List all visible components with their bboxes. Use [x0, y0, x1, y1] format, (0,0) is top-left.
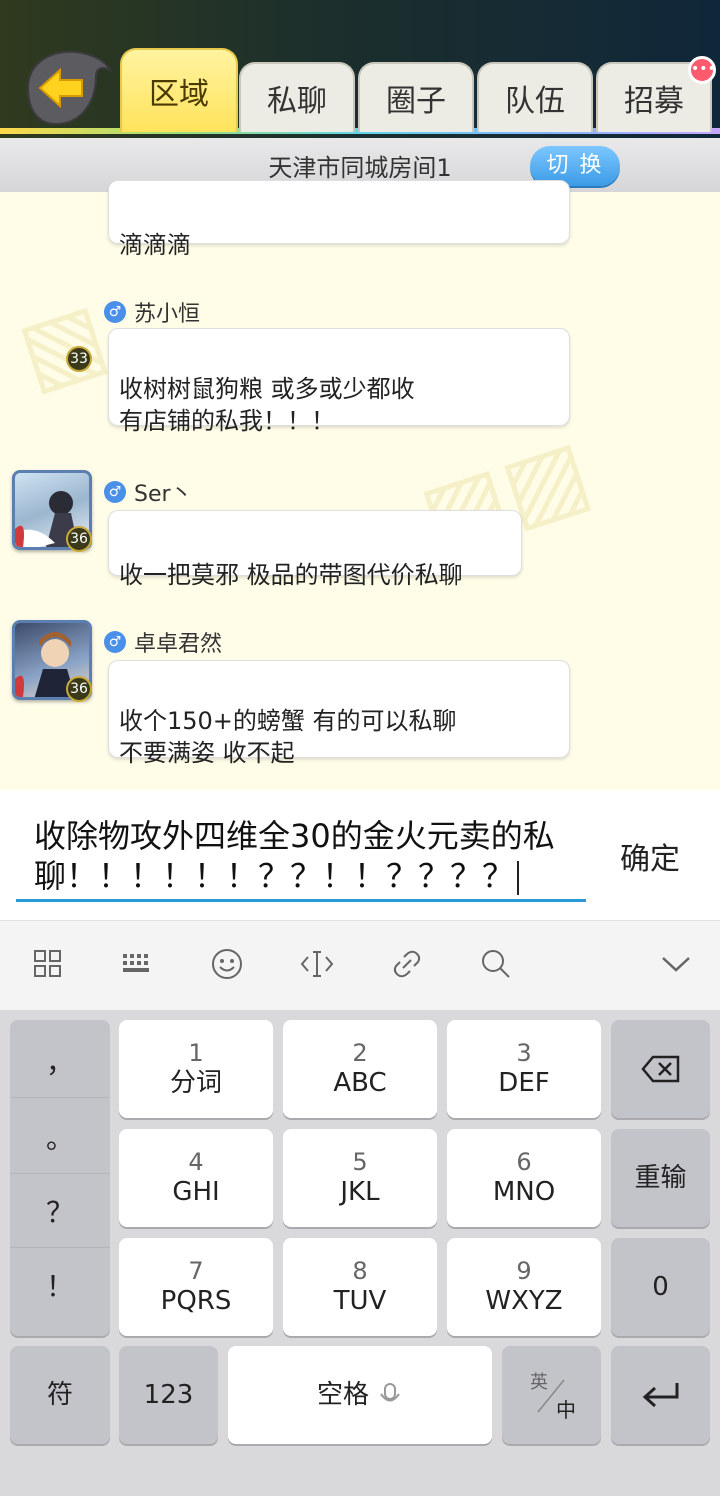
back-button[interactable]: [18, 48, 113, 128]
key-label: MNO: [492, 1177, 556, 1207]
message-sender[interactable]: ♂ Ser丶: [104, 476, 193, 508]
sender-name: Ser丶: [134, 482, 193, 507]
tab-recruit[interactable]: 招募 •••: [596, 56, 716, 132]
message-sender[interactable]: ♂ 苏小恒: [104, 296, 200, 328]
microphone-icon: [380, 1383, 400, 1402]
key-3[interactable]: 3 DEF: [447, 1020, 601, 1118]
symbols-key[interactable]: 符: [10, 1346, 110, 1444]
message-text: 收一把莫邪 极品的带图代价私聊: [119, 561, 463, 589]
key-label: DEF: [498, 1068, 550, 1098]
tab-label: 圈子: [386, 84, 446, 119]
key-label: GHI: [172, 1177, 220, 1207]
key-label: 空格: [316, 1380, 369, 1410]
space-key[interactable]: 空格: [228, 1346, 492, 1444]
key-9[interactable]: 9 WXYZ: [447, 1238, 601, 1336]
tab-private-chat[interactable]: 私聊: [239, 62, 355, 132]
chat-bubble: 收树树鼠狗粮 或多或少都收 有店铺的私我！！！: [108, 328, 570, 435]
message-sender[interactable]: ♂ 卓卓君然: [104, 626, 222, 658]
chat-bubble: 滴滴滴: [108, 180, 570, 259]
sender-name: 苏小恒: [134, 302, 201, 327]
cursor-icon[interactable]: [297, 944, 337, 984]
punct-key-comma[interactable]: ，: [10, 1024, 110, 1098]
key-2[interactable]: 2 ABC: [283, 1020, 437, 1118]
grid-icon[interactable]: [28, 944, 68, 984]
input-underline: [16, 899, 586, 902]
backspace-key[interactable]: [611, 1020, 710, 1118]
message-text: 滴滴滴: [119, 231, 191, 259]
key-8[interactable]: 8 TUV: [283, 1238, 437, 1336]
level-badge: 36: [66, 526, 92, 552]
keyboard-icon[interactable]: [117, 944, 157, 984]
punct-key-question[interactable]: ？: [10, 1174, 110, 1248]
key-number: 4: [188, 1148, 204, 1176]
backspace-icon: [640, 1055, 679, 1083]
tab-team[interactable]: 队伍: [477, 62, 593, 132]
keyboard-toolbar: [0, 920, 720, 1010]
key-label: PQRS: [160, 1286, 232, 1316]
tab-label: 队伍: [505, 84, 565, 119]
key-number: 8: [352, 1257, 368, 1285]
key-7[interactable]: 7 PQRS: [119, 1238, 273, 1336]
tab-label: 区域: [149, 77, 209, 112]
key-number: 2: [352, 1039, 368, 1067]
lang-bottom-label: 中: [556, 1398, 576, 1422]
tab-label: 招募: [624, 84, 684, 119]
key-number: 7: [188, 1257, 204, 1285]
key-label: 符: [46, 1380, 73, 1410]
enter-icon: [642, 1383, 678, 1408]
key-4[interactable]: 4 GHI: [119, 1129, 273, 1227]
level-badge: 33: [66, 346, 92, 372]
key-number: 6: [516, 1148, 532, 1176]
chat-bubble: 收一把莫邪 极品的带图代价私聊: [108, 510, 522, 589]
punct-key-exclaim[interactable]: ！: [10, 1248, 110, 1322]
key-label: 0: [652, 1272, 669, 1302]
male-icon: ♂: [104, 301, 126, 323]
key-6[interactable]: 6 MNO: [447, 1129, 601, 1227]
confirm-button[interactable]: 确定: [610, 834, 690, 878]
tab-region[interactable]: 区域: [120, 48, 238, 132]
key-number: 1: [188, 1039, 204, 1067]
language-switch-key[interactable]: 英 中: [502, 1346, 601, 1444]
key-label: ABC: [333, 1068, 387, 1098]
link-icon[interactable]: [387, 944, 427, 984]
key-label: TUV: [333, 1286, 387, 1316]
tab-circle[interactable]: 圈子: [358, 62, 474, 132]
key-1[interactable]: 1 分词: [119, 1020, 273, 1118]
enter-key[interactable]: [611, 1346, 710, 1444]
room-name: 天津市同城房间1: [268, 153, 452, 182]
key-label: 重输: [634, 1163, 687, 1193]
key-0[interactable]: 0: [611, 1238, 710, 1336]
punct-key-period[interactable]: 。: [10, 1100, 110, 1174]
input-value: 收除物攻外四维全30的金火元卖的私聊！！！！！！？？！！？？？？: [34, 817, 555, 895]
emoji-icon[interactable]: [207, 944, 247, 984]
numbers-key[interactable]: 123: [119, 1346, 218, 1444]
key-number: 9: [516, 1257, 532, 1285]
tab-label: 私聊: [267, 84, 327, 119]
message-input[interactable]: 收除物攻外四维全30的金火元卖的私聊！！！！！！？？！！？？？？: [34, 816, 584, 896]
collapse-icon[interactable]: [656, 944, 696, 984]
key-label: 123: [143, 1380, 194, 1410]
notification-dot-icon: •••: [688, 56, 716, 84]
level-badge: 36: [66, 676, 92, 702]
reinput-key[interactable]: 重输: [611, 1129, 710, 1227]
chat-bubble: 收个150+的螃蟹 有的可以私聊 不要满姿 收不起: [108, 660, 570, 767]
key-label: WXYZ: [485, 1286, 563, 1316]
search-icon[interactable]: [476, 944, 516, 984]
key-label: 分词: [169, 1068, 222, 1098]
background-watermark: ▧: [5, 281, 120, 408]
key-number: 3: [516, 1039, 532, 1067]
key-5[interactable]: 5 JKL: [283, 1129, 437, 1227]
key-label: JKL: [340, 1177, 380, 1207]
key-number: 5: [352, 1148, 368, 1176]
sender-name: 卓卓君然: [134, 632, 223, 657]
back-arrow-icon: [26, 50, 113, 126]
text-caret: [517, 861, 520, 895]
male-icon: ♂: [104, 481, 126, 503]
male-icon: ♂: [104, 631, 126, 653]
